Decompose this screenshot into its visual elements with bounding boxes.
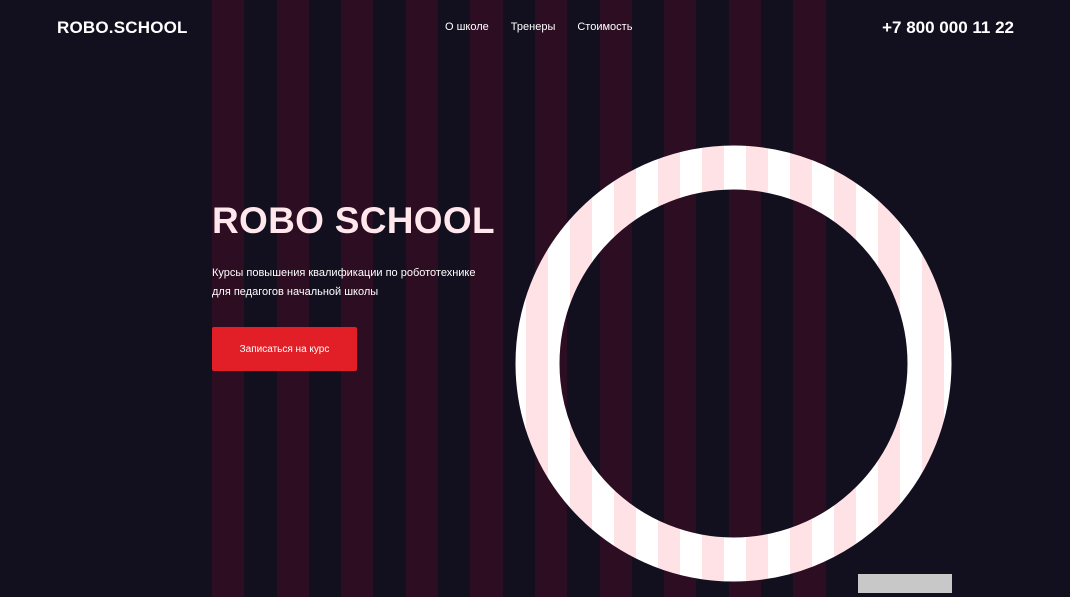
nav-item-pricing[interactable]: Стоимость [577,21,632,33]
hero-subtitle: Курсы повышения квалификации по робототе… [212,264,512,302]
logo[interactable]: ROBO.SCHOOL [57,18,188,38]
ring-graphic [515,145,952,582]
placeholder-block [858,574,952,593]
page: ROBO.SCHOOL О школе Тренеры Стоимость +7… [0,0,1072,597]
phone-link[interactable]: +7 800 000 11 22 [882,18,1014,38]
hero-subtitle-line-1: Курсы повышения квалификации по робототе… [212,267,476,279]
hero-title: ROBO SCHOOL [212,200,495,241]
nav-item-trainers[interactable]: Тренеры [511,21,556,33]
nav-item-about[interactable]: О школе [445,21,489,33]
hero-subtitle-line-2: для педагогов начальной школы [212,286,379,298]
enroll-button[interactable]: Записаться на курс [212,327,357,371]
main-nav: О школе Тренеры Стоимость [445,21,632,33]
